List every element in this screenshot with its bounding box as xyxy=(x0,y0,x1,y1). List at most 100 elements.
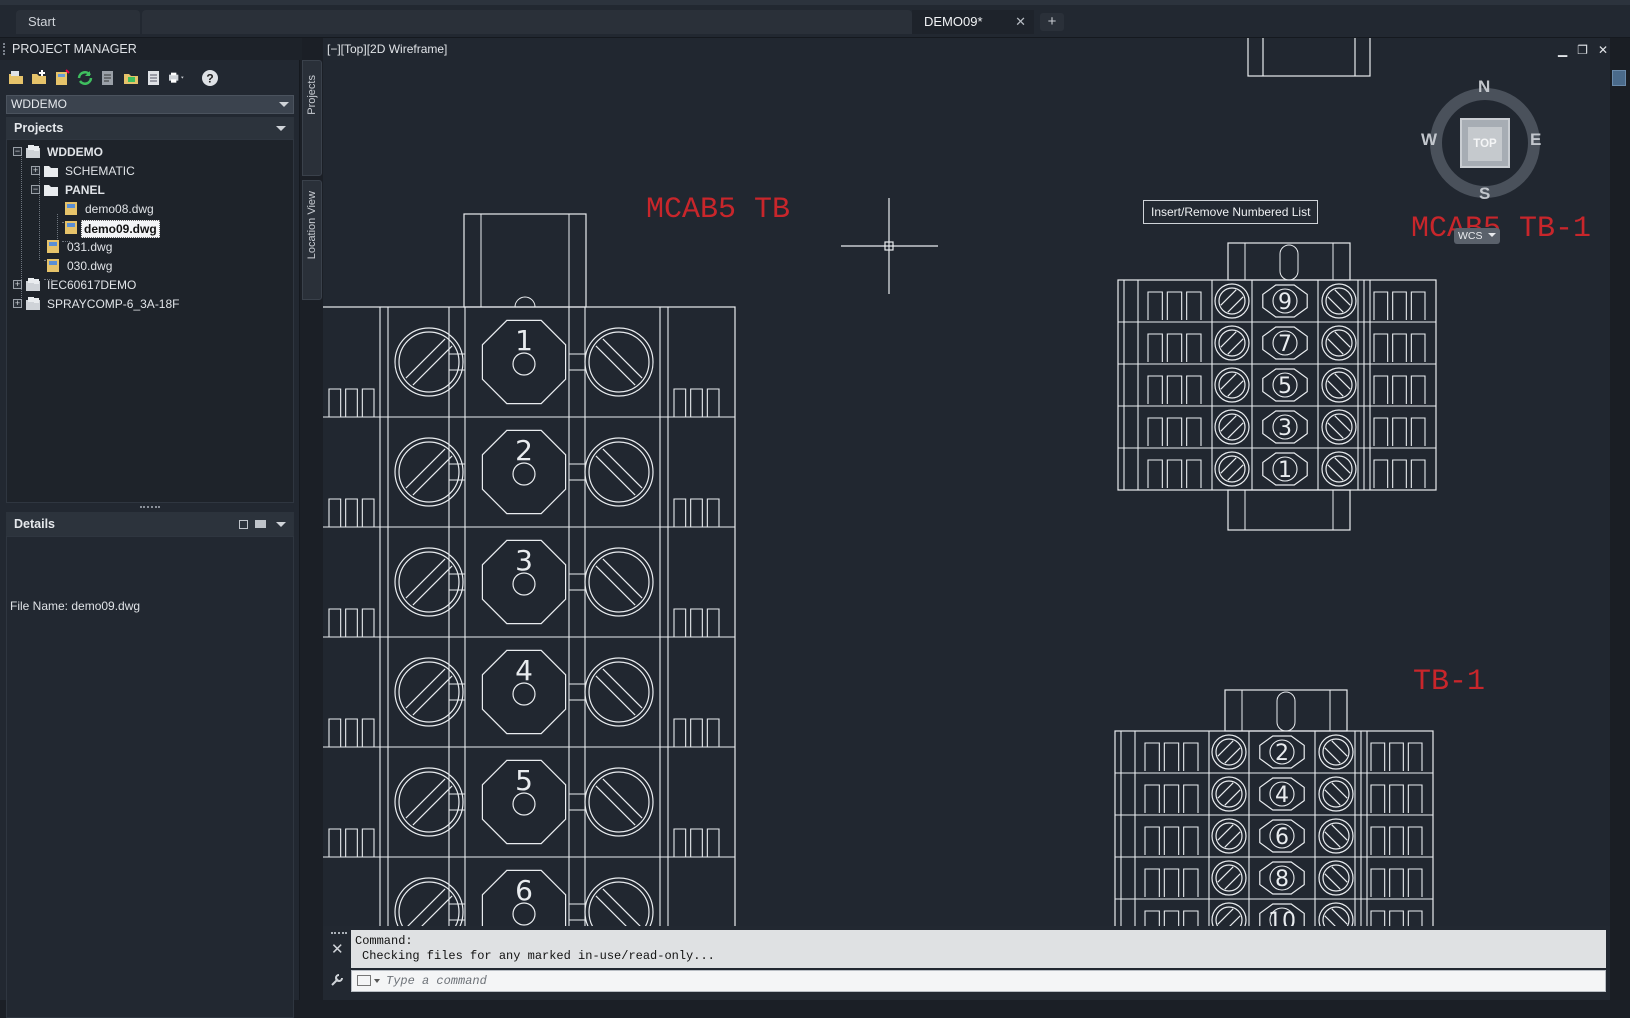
terminal-number[interactable]: 4 xyxy=(1275,783,1289,808)
side-tab-projects[interactable]: Projects xyxy=(302,60,322,176)
terminal-strip-mcab5-tb[interactable]: 1 2 3 4 5 6 xyxy=(323,213,736,926)
new-tab-button[interactable]: + xyxy=(1040,13,1064,31)
project-properties-icon[interactable] xyxy=(98,68,118,88)
terminal-number[interactable]: 5 xyxy=(515,764,533,797)
expand-icon[interactable]: + xyxy=(13,299,22,308)
screw-slot xyxy=(595,895,627,926)
label-tb1[interactable]: TB-1 xyxy=(1413,665,1485,699)
panel-splitter[interactable] xyxy=(140,506,160,509)
terminal-number[interactable]: 2 xyxy=(1275,741,1289,766)
terminal-number[interactable]: 4 xyxy=(515,654,533,687)
drawing-canvas[interactable]: 123456 97531 2 4 6 8 10 MCAB5 TB MCAB5 TB-1 … xyxy=(323,38,1630,926)
viewport-controls-label[interactable]: [−][Top][2D Wireframe] xyxy=(327,42,447,56)
label-mcab5-tb[interactable]: MCAB5 TB xyxy=(646,193,790,227)
close-icon[interactable]: ✕ xyxy=(331,940,344,958)
terminal-fin xyxy=(1410,459,1426,488)
close-tab-icon[interactable]: ✕ xyxy=(1015,10,1026,34)
publish-icon[interactable] xyxy=(167,68,197,88)
restore-icon[interactable]: ❐ xyxy=(1577,43,1588,57)
screw-inner xyxy=(1215,864,1243,892)
terminal-fin xyxy=(1166,459,1183,488)
terminal-fin xyxy=(1389,910,1404,926)
screw-inner xyxy=(588,441,650,503)
thumbnail-view-icon[interactable] xyxy=(255,520,266,528)
details-section-header[interactable]: Details xyxy=(6,512,294,536)
terminal-fin xyxy=(1144,868,1160,897)
open-project-icon[interactable] xyxy=(6,68,26,88)
terminal-number[interactable]: 5 xyxy=(1278,374,1292,399)
screw-outer xyxy=(394,657,464,727)
compass-south[interactable]: S xyxy=(1479,184,1490,204)
expand-icon[interactable]: + xyxy=(31,166,40,175)
viewcube[interactable]: TOP N S E W WCS xyxy=(1420,77,1550,244)
terminal-fin xyxy=(673,608,687,637)
wrench-icon[interactable] xyxy=(329,972,345,988)
expand-icon[interactable]: + xyxy=(13,280,22,289)
strip-end-block xyxy=(463,213,587,308)
screw-outer xyxy=(1318,860,1354,896)
help-icon[interactable]: ? xyxy=(200,68,220,88)
terminal-number[interactable]: 1 xyxy=(515,324,533,357)
screw-inner xyxy=(1325,329,1353,357)
grip-icon[interactable] xyxy=(331,932,347,936)
details-view-icon[interactable] xyxy=(239,520,248,529)
terminal-fin xyxy=(1186,375,1202,404)
terminal-fin xyxy=(1389,784,1404,813)
terminal-fin xyxy=(1144,784,1160,813)
tab-start[interactable]: Start xyxy=(16,10,140,34)
collapse-icon[interactable]: − xyxy=(13,147,22,156)
new-project-icon[interactable] xyxy=(29,68,49,88)
projects-section-header[interactable]: Projects xyxy=(6,117,294,139)
terminal-number[interactable]: 6 xyxy=(515,874,533,907)
project-manager-palette: PROJECT MANAGER ? WDDEMO Projects − WDDE… xyxy=(0,38,302,1018)
collapse-icon[interactable]: − xyxy=(31,185,40,194)
screw-outer xyxy=(584,437,654,507)
screw-inner xyxy=(1322,822,1350,850)
terminal-strip-tb1[interactable]: 2 4 6 8 10 xyxy=(1114,689,1434,926)
screw-inner xyxy=(1218,287,1246,315)
chevron-down-icon[interactable] xyxy=(276,126,286,131)
command-input-box[interactable] xyxy=(351,970,1606,992)
viewcube-top-face[interactable]: TOP xyxy=(1460,118,1510,168)
command-prompt-icon[interactable] xyxy=(357,975,371,986)
screw-outer xyxy=(1321,283,1357,319)
terminal-number[interactable]: 7 xyxy=(1278,332,1292,357)
tab-bar-filler xyxy=(142,10,912,34)
terminal-number[interactable]: 8 xyxy=(1275,867,1289,892)
compass-east[interactable]: E xyxy=(1530,130,1541,150)
palette-title[interactable]: PROJECT MANAGER xyxy=(0,38,302,60)
refresh-icon[interactable] xyxy=(75,68,95,88)
new-drawing-icon[interactable] xyxy=(52,68,72,88)
terminal-number[interactable]: 3 xyxy=(1278,416,1292,441)
chevron-down-icon[interactable] xyxy=(374,979,380,983)
tab-demo09-label: DEMO09* xyxy=(924,14,983,29)
terminal-strip-mcab5-tb1[interactable]: 9 7 5 3 1 xyxy=(1117,242,1437,531)
chevron-down-icon[interactable] xyxy=(276,522,286,527)
terminal-number[interactable]: 10 xyxy=(1268,909,1296,926)
terminal-number[interactable]: 1 xyxy=(1278,458,1292,483)
terminal-fin xyxy=(673,828,687,857)
project-task-list-icon[interactable] xyxy=(144,68,164,88)
drawing-properties-icon[interactable] xyxy=(121,68,141,88)
terminal-fin xyxy=(1183,826,1199,855)
close-icon[interactable]: ✕ xyxy=(1598,43,1608,57)
side-palette-button[interactable] xyxy=(1612,70,1626,86)
terminal-number[interactable]: 6 xyxy=(1275,825,1289,850)
terminal-number[interactable]: 9 xyxy=(1278,290,1292,315)
tree-item-label: SCHEMATIC xyxy=(65,164,135,178)
chevron-down-icon xyxy=(279,102,289,107)
screw-inner xyxy=(1322,780,1350,808)
compass-north[interactable]: N xyxy=(1478,77,1490,97)
project-tree: − WDDEMO + SCHEMATIC − PANEL demo08.dwg … xyxy=(6,139,294,503)
minimize-icon[interactable]: ▁ xyxy=(1558,43,1567,57)
compass-west[interactable]: W xyxy=(1421,130,1437,150)
ucs-menu[interactable]: WCS xyxy=(1454,228,1500,244)
screw-outer xyxy=(1211,860,1247,896)
project-dropdown[interactable]: WDDEMO xyxy=(6,95,294,114)
side-tab-location-view[interactable]: Location View xyxy=(302,180,322,300)
terminal-number[interactable]: 3 xyxy=(515,544,533,577)
command-input[interactable] xyxy=(386,972,1586,990)
grip-icon[interactable] xyxy=(3,43,6,55)
tab-demo09[interactable]: DEMO09* ✕ xyxy=(912,10,1034,34)
terminal-number[interactable]: 2 xyxy=(515,434,533,467)
